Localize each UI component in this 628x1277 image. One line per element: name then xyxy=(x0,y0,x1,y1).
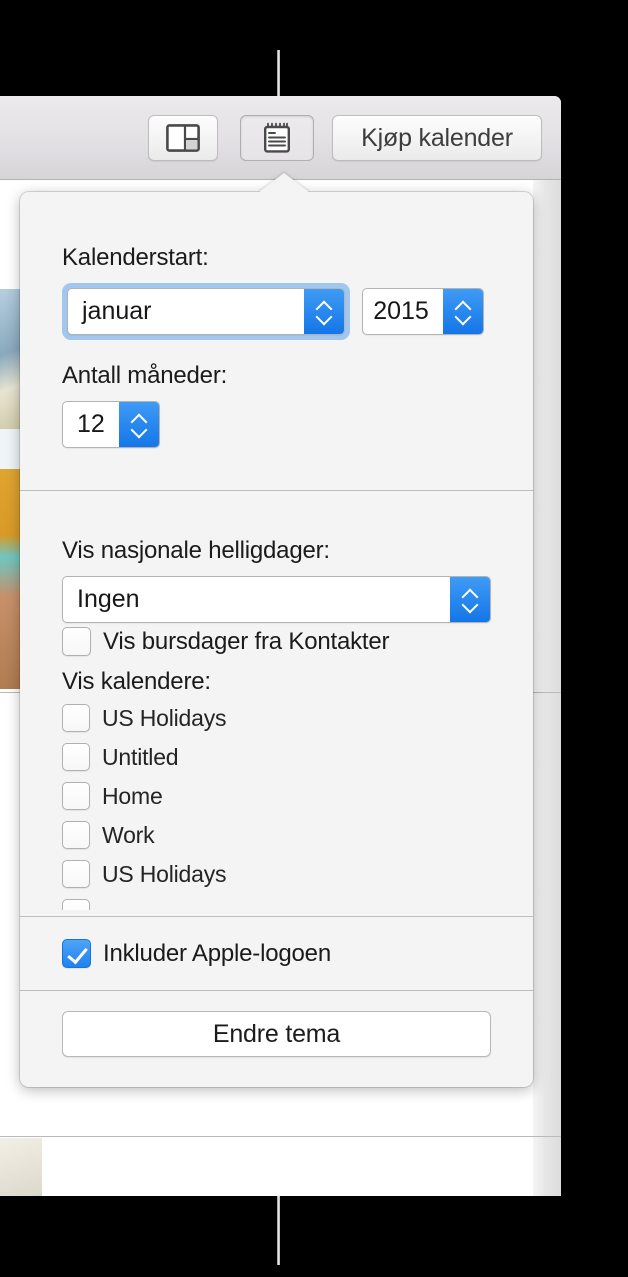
calendar-label: Untitled xyxy=(102,743,179,770)
chevron-updown-icon[interactable] xyxy=(443,289,483,334)
include-apple-logo-label: Inkluder Apple-logoen xyxy=(103,939,331,967)
month-select-value: januar xyxy=(82,297,152,325)
list-item[interactable]: US Holidays xyxy=(62,704,491,732)
holidays-select-value: Ingen xyxy=(77,585,140,613)
background-photo-thumbnail-left xyxy=(0,1138,42,1196)
calendar-checkbox[interactable] xyxy=(62,821,90,849)
background-photo-strip-left xyxy=(0,289,22,689)
calendar-list[interactable]: US Holidays Untitled Home Work US Holida… xyxy=(62,704,491,910)
calendar-settings-button[interactable] xyxy=(240,115,314,161)
calendar-start-label: Kalenderstart: xyxy=(62,244,209,271)
include-apple-logo-checkbox[interactable] xyxy=(62,939,91,968)
toolbar: Kjøp kalender xyxy=(0,96,561,180)
calendar-checkbox[interactable] xyxy=(62,782,90,810)
chevron-updown-icon[interactable] xyxy=(304,289,344,334)
year-stepper-value: 2015 xyxy=(373,297,429,325)
calendar-label: Work xyxy=(102,821,155,848)
list-item[interactable]: Untitled xyxy=(62,743,491,771)
show-birthdays-checkbox-row[interactable]: Vis bursdager fra Kontakter xyxy=(62,627,491,656)
show-birthdays-label: Vis bursdager fra Kontakter xyxy=(103,627,390,655)
calendar-checkbox[interactable] xyxy=(62,899,90,910)
chevron-updown-icon[interactable] xyxy=(450,577,490,622)
month-select[interactable]: januar xyxy=(67,288,345,335)
popover-section-start: Kalenderstart: januar 2015 Antall månede… xyxy=(20,192,533,490)
screenshot-stage: Kjøp kalender Kalenderstart: januar 2015… xyxy=(0,0,628,1277)
list-item[interactable]: Home xyxy=(62,782,491,810)
notepad-settings-icon xyxy=(261,122,293,154)
window-right-edge xyxy=(533,96,561,1196)
holidays-select[interactable]: Ingen xyxy=(62,576,491,623)
window-rule xyxy=(0,1136,561,1137)
list-item[interactable]: US Holidays xyxy=(62,860,491,888)
popover-arrow xyxy=(258,173,310,193)
month-count-stepper[interactable]: 12 xyxy=(62,401,160,448)
calendar-settings-popover: Kalenderstart: januar 2015 Antall månede… xyxy=(20,173,533,1087)
year-stepper[interactable]: 2015 xyxy=(362,288,484,335)
calendar-label: US Holidays xyxy=(102,704,227,731)
calendar-start-row: januar 2015 xyxy=(62,283,491,340)
calendar-checkbox[interactable] xyxy=(62,743,90,771)
show-birthdays-checkbox[interactable] xyxy=(62,627,91,656)
calendar-checkbox[interactable] xyxy=(62,704,90,732)
layout-view-button[interactable] xyxy=(148,115,218,161)
month-count-label: Antall måneder: xyxy=(62,362,228,389)
holidays-label: Vis nasjonale helligdager: xyxy=(62,537,330,564)
chevron-updown-icon[interactable] xyxy=(119,402,159,447)
calendar-label: US Holidays xyxy=(102,860,227,887)
popover-section-theme: Endre tema xyxy=(20,991,533,1087)
calendar-label: Home xyxy=(102,782,163,809)
month-select-focus-ring: januar xyxy=(62,283,350,340)
popover-section-calendars: Vis nasjonale helligdager: Ingen Vis bur… xyxy=(20,491,533,916)
buy-calendar-label: Kjøp kalender xyxy=(361,123,513,152)
show-calendars-label: Vis kalendere: xyxy=(62,668,211,695)
list-item[interactable]: Work xyxy=(62,821,491,849)
list-item-clipped[interactable] xyxy=(62,899,491,910)
calendar-checkbox[interactable] xyxy=(62,860,90,888)
popover-section-apple-logo: Inkluder Apple-logoen xyxy=(20,917,533,990)
buy-calendar-button[interactable]: Kjøp kalender xyxy=(332,115,542,161)
include-apple-logo-row[interactable]: Inkluder Apple-logoen xyxy=(62,939,491,968)
month-count-value: 12 xyxy=(77,410,105,438)
change-theme-button[interactable]: Endre tema xyxy=(62,1011,491,1057)
split-view-layout-icon xyxy=(166,124,200,152)
